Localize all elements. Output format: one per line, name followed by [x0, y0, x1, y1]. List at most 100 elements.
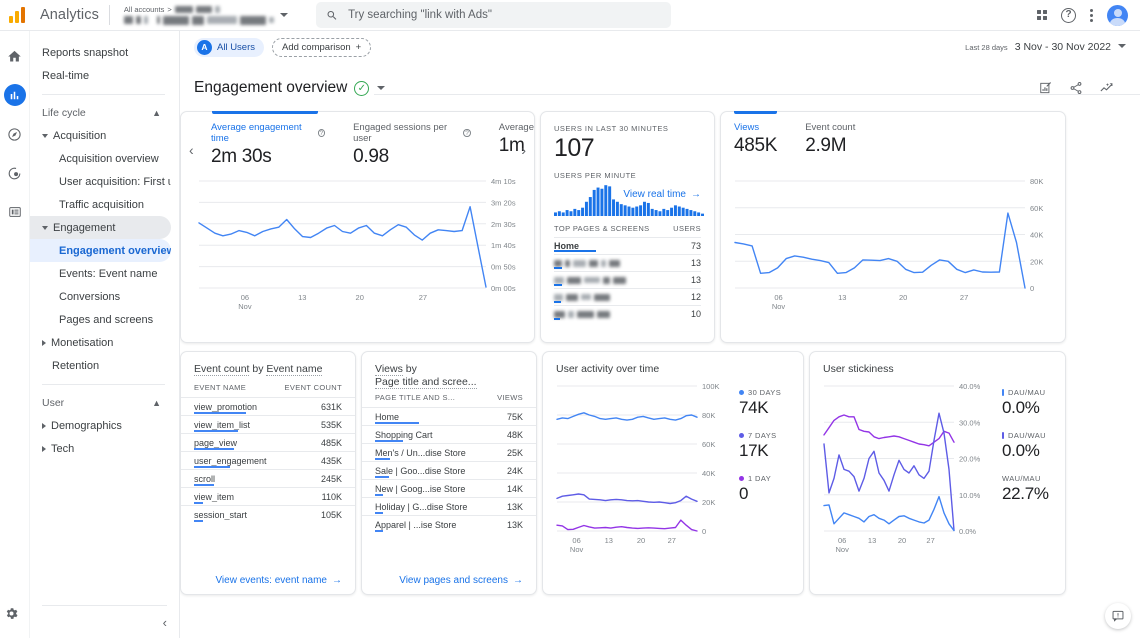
account-selector-chevron-down-icon[interactable]	[280, 13, 288, 17]
nav-group-life-cycle[interactable]: Life cycle ▲	[30, 102, 179, 124]
svg-text:60K: 60K	[1030, 204, 1043, 213]
table-row[interactable]: 10	[554, 305, 701, 322]
metrics-prev-button[interactable]: ‹	[189, 142, 194, 158]
metric-tab-event-count[interactable]: Event count 2.9M	[805, 122, 883, 157]
rail-item-home[interactable]	[4, 45, 26, 67]
table-row[interactable]: user_engagement 435K	[181, 451, 355, 469]
row-bar	[554, 284, 562, 286]
card-title: Views by Page title and scree...	[362, 352, 536, 389]
nav-item-acquisition[interactable]: Acquisition	[30, 124, 171, 147]
card-title-dimension[interactable]: Event name	[266, 363, 322, 376]
row-value: 485K	[321, 438, 342, 448]
table-row[interactable]: 13	[554, 271, 701, 288]
add-comparison-button[interactable]: Add comparison +	[272, 38, 371, 57]
top-pages-table: TOP PAGES & SCREENS USERS Home 73	[554, 224, 701, 322]
avatar[interactable]	[1107, 5, 1128, 26]
card-title-metric[interactable]: Views	[375, 363, 403, 376]
row-bar	[375, 422, 419, 424]
row-value: 631K	[321, 402, 342, 412]
nav-item-engagement-overview[interactable]: Engagement overview	[30, 239, 171, 262]
table-row[interactable]: Home 73	[554, 237, 701, 254]
legend-label: 7 DAYS	[748, 431, 777, 440]
account-selector[interactable]: All accounts >	[120, 3, 296, 28]
nav-item-events-event-name[interactable]: Events: Event name	[30, 262, 171, 285]
info-icon[interactable]: ?	[463, 129, 471, 137]
table-row[interactable]: Sale | Goo...dise Store 24K	[362, 461, 536, 479]
data-quality-badge-icon[interactable]: ✓	[354, 81, 369, 96]
apps-grid-icon[interactable]	[1037, 10, 1048, 21]
nav-item-acquisition-overview[interactable]: Acquisition overview	[30, 147, 171, 170]
nav-group-user[interactable]: User ▲	[30, 392, 179, 414]
table-row[interactable]: New | Goog...ise Store 14K	[362, 479, 536, 497]
analytics-logo-icon	[9, 7, 31, 23]
view-pages-and-screens-link[interactable]: View pages and screens →	[399, 575, 523, 586]
link-label: View pages and screens	[399, 575, 508, 586]
edit-report-icon[interactable]	[1039, 81, 1053, 95]
metric-tab-engaged-sessions-per-user[interactable]: Engaged sessions per user ? 0.98	[353, 122, 499, 168]
share-icon[interactable]	[1069, 81, 1083, 95]
table-row[interactable]: Home 75K	[362, 407, 536, 425]
nav-item-engagement[interactable]: Engagement	[30, 216, 171, 239]
card-title-dimension[interactable]: Page title and scree...	[375, 376, 477, 389]
comparison-chip-all-users[interactable]: A All Users	[194, 38, 264, 57]
card-title-metric[interactable]: Event count	[194, 363, 249, 376]
page-title-chevron-down-icon[interactable]	[377, 86, 385, 90]
table-row[interactable]: Shopping Cart 48K	[362, 425, 536, 443]
table-row[interactable]: view_promotion 631K	[181, 397, 355, 415]
table-row[interactable]: scroll 245K	[181, 469, 355, 487]
row-label: view_promotion	[194, 402, 257, 412]
date-range-value: 3 Nov - 30 Nov 2022	[1015, 41, 1111, 53]
overflow-menu-icon[interactable]	[1090, 9, 1093, 22]
view-events-link[interactable]: View events: event name →	[215, 575, 342, 586]
nav-label: Conversions	[59, 291, 120, 303]
svg-text:13: 13	[605, 536, 613, 545]
table-row[interactable]: session_start 105K	[181, 505, 355, 523]
collapse-drawer-button[interactable]: ‹	[163, 615, 167, 630]
nav-item-traffic-acquisition[interactable]: Traffic acquisition	[30, 193, 171, 216]
table-row[interactable]: 13	[554, 254, 701, 271]
legend-value: 0	[739, 484, 781, 504]
nav-item-demographics[interactable]: Demographics	[30, 414, 171, 437]
metrics-next-button[interactable]: ›	[521, 142, 526, 158]
table-row[interactable]: 12	[554, 288, 701, 305]
metric-tab-avg-engagement-time[interactable]: Average engagement time ? 2m 30s	[211, 122, 353, 168]
svg-text:Nov: Nov	[772, 302, 786, 311]
table-row[interactable]: view_item_list 535K	[181, 415, 355, 433]
legend-dot-icon	[1002, 432, 1004, 439]
nav-item-conversions[interactable]: Conversions	[30, 285, 171, 308]
nav-item-pages-and-screens[interactable]: Pages and screens	[30, 308, 171, 331]
nav-label: Real-time	[42, 70, 89, 82]
views-by-page-card: Views by Page title and scree... PAGE TI…	[361, 351, 537, 595]
table-row[interactable]: Holiday | G...dise Store 13K	[362, 497, 536, 515]
svg-text:30.0%: 30.0%	[959, 418, 981, 427]
send-feedback-button[interactable]	[1105, 603, 1131, 629]
table-row[interactable]: Men's / Un...dise Store 25K	[362, 443, 536, 461]
rail-item-library[interactable]	[4, 201, 26, 223]
nav-item-tech[interactable]: Tech	[30, 437, 171, 460]
info-icon[interactable]: ?	[318, 129, 326, 137]
metric-tab-average[interactable]: Average 1m	[499, 122, 534, 168]
admin-settings-button[interactable]	[4, 606, 19, 626]
nav-item-user-acquisition[interactable]: User acquisition: First user ...	[30, 170, 171, 193]
row-label-redacted	[554, 311, 610, 318]
legend-item-1-day: 1 DAY 0	[739, 474, 781, 504]
nav-label: Acquisition overview	[59, 153, 159, 165]
nav-item-reports-snapshot[interactable]: Reports snapshot	[30, 41, 171, 64]
metric-tab-views[interactable]: Views 485K	[734, 122, 805, 157]
rail-item-advertising[interactable]	[4, 162, 26, 184]
rail-item-explore[interactable]	[4, 123, 26, 145]
table-row[interactable]: page_view 485K	[181, 433, 355, 451]
help-icon[interactable]: ?	[1061, 8, 1076, 23]
legend-item-30-days: 30 DAYS 74K	[739, 388, 781, 418]
date-range-picker[interactable]: Last 28 days 3 Nov - 30 Nov 2022	[965, 41, 1126, 53]
nav-item-real-time[interactable]: Real-time	[30, 64, 171, 87]
table-row[interactable]: Apparel | ...ise Store 13K	[362, 515, 536, 533]
nav-item-monetisation[interactable]: Monetisation	[30, 331, 171, 354]
search-bar[interactable]	[316, 2, 671, 28]
row-label: view_item_list	[194, 420, 250, 430]
nav-item-retention[interactable]: Retention	[30, 354, 171, 377]
search-input[interactable]	[348, 9, 661, 21]
rail-item-reports[interactable]	[4, 84, 26, 106]
table-row[interactable]: view_item 110K	[181, 487, 355, 505]
views-by-page-rows: Home 75K Shopping Cart 48K Men's / Un...…	[362, 407, 536, 533]
